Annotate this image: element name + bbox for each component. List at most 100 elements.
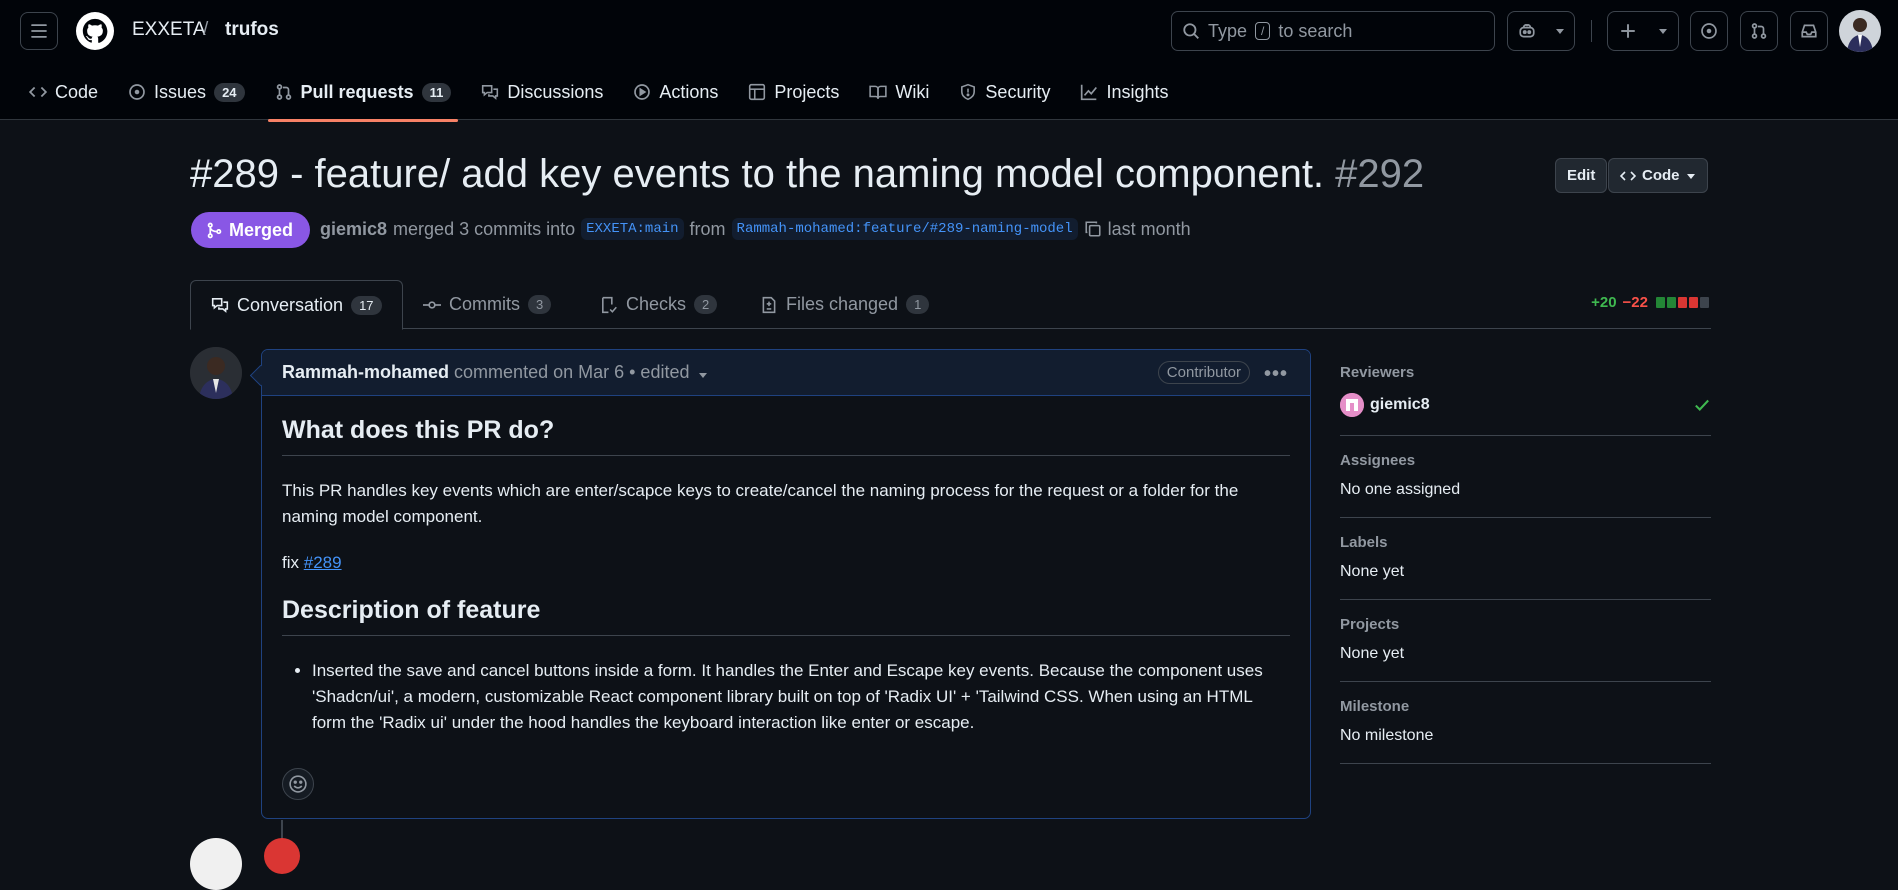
diff-additions: +20 <box>1591 294 1617 311</box>
comment-author[interactable]: Rammah-mohamed <box>282 362 449 383</box>
heading-what: What does this PR do? <box>282 416 1290 456</box>
file-diff-icon <box>762 296 776 313</box>
tab-wiki[interactable]: Wiki <box>854 72 944 112</box>
heading-description: Description of feature <box>282 596 1290 636</box>
table-icon <box>749 83 766 101</box>
reviewers-heading[interactable]: Reviewers <box>1340 364 1711 381</box>
code-icon <box>1620 170 1636 181</box>
git-commit-icon <box>423 300 441 309</box>
pr-number: #292 <box>1335 152 1425 196</box>
commits-count: 3 <box>528 295 552 314</box>
pr-description-comment: Rammah-mohamed commented on Mar 6 • edit… <box>261 349 1311 819</box>
tab-insights[interactable]: Insights <box>1065 72 1183 112</box>
tab-code[interactable]: Code <box>14 72 113 112</box>
breadcrumb-separator: / <box>203 19 209 40</box>
merger-link[interactable]: giemic8 <box>320 219 387 240</box>
tab-wiki-label: Wiki <box>895 81 930 102</box>
issue-link[interactable]: #289 <box>304 553 342 572</box>
milestone-section: Milestone No milestone <box>1340 698 1711 764</box>
pr-tabs: Conversation 17 Commits 3 Checks 2 Files… <box>190 280 1711 330</box>
book-icon <box>869 85 888 99</box>
diff-block <box>1656 297 1665 308</box>
kebab-horizontal-icon[interactable]: ••• <box>1264 363 1288 386</box>
check-icon <box>1695 399 1709 411</box>
tab-discussions[interactable]: Discussions <box>466 72 618 112</box>
diff-deletions: −22 <box>1622 294 1648 311</box>
conversation-count: 17 <box>351 295 382 315</box>
chevron-down-icon[interactable] <box>698 370 708 380</box>
tab-commits[interactable]: Commits 3 <box>403 280 571 329</box>
diff-block <box>1700 297 1709 308</box>
inbox-icon <box>1801 24 1817 38</box>
comment-discussion-icon <box>482 85 499 100</box>
assignees-heading[interactable]: Assignees <box>1340 452 1711 469</box>
tab-security-label: Security <box>985 81 1051 102</box>
pull-requests-shortcut-button[interactable] <box>1740 11 1778 51</box>
breadcrumb-owner[interactable]: EXXETA <box>132 19 206 41</box>
inbox-button[interactable] <box>1790 11 1828 51</box>
reviewers-section: Reviewers giemic8 <box>1340 364 1711 436</box>
issues-shortcut-button[interactable] <box>1690 11 1728 51</box>
copy-icon[interactable] <box>1084 220 1102 238</box>
repo-navigation: Code Issues 24 Pull requests 11 Discussi… <box>14 72 1184 122</box>
merge-time: last month <box>1107 218 1191 239</box>
labels-heading[interactable]: Labels <box>1340 534 1711 551</box>
comment-edited[interactable]: • edited <box>629 362 689 383</box>
contributor-badge: Contributor <box>1157 361 1250 384</box>
edit-button[interactable]: Edit <box>1555 158 1608 193</box>
assignees-section: Assignees No one assigned <box>1340 452 1711 518</box>
head-branch[interactable]: Rammah-mohamed:feature/#289-naming-model <box>731 218 1078 240</box>
projects-section: Projects None yet <box>1340 616 1711 682</box>
checks-count: 2 <box>694 295 718 314</box>
tab-security[interactable]: Security <box>944 72 1065 112</box>
tab-issues[interactable]: Issues 24 <box>113 72 260 112</box>
tab-checks[interactable]: Checks 2 <box>580 280 737 329</box>
tab-projects[interactable]: Projects <box>733 72 854 112</box>
diffstat: +20 −22 <box>1591 294 1711 311</box>
merge-text: merged 3 commits into <box>393 218 576 239</box>
diff-block <box>1689 297 1698 308</box>
tab-actions-label: Actions <box>659 81 719 102</box>
pr-title: #289 - feature/ add key events to the na… <box>190 152 1424 197</box>
github-logo-icon[interactable] <box>76 12 114 50</box>
comment-action[interactable]: commented on Mar 6 <box>454 362 624 383</box>
from-text: from <box>689 218 726 239</box>
milestone-value: No milestone <box>1340 727 1434 744</box>
tab-actions[interactable]: Actions <box>618 72 733 112</box>
add-reaction-button[interactable] <box>282 768 314 800</box>
checklist-icon <box>602 296 617 313</box>
tab-files-changed[interactable]: Files changed 1 <box>740 280 949 329</box>
issues-count: 24 <box>214 82 245 102</box>
comment-author-avatar[interactable] <box>190 347 242 399</box>
pull-requests-count: 11 <box>421 82 452 102</box>
status-badge: Merged <box>191 212 311 248</box>
reviewer-avatar[interactable] <box>1340 393 1364 417</box>
tab-conversation-label: Conversation <box>237 294 344 315</box>
copilot-button[interactable] <box>1507 11 1575 51</box>
play-icon <box>634 84 651 100</box>
paragraph-description: This PR handles key events which are ent… <box>282 481 1239 526</box>
hamburger-icon <box>31 24 47 38</box>
tab-discussions-label: Discussions <box>507 81 604 102</box>
tab-conversation[interactable]: Conversation 17 <box>190 280 403 330</box>
user-avatar[interactable] <box>1839 10 1881 52</box>
tab-insights-label: Insights <box>1106 81 1169 102</box>
comment-discussion-icon <box>211 298 229 313</box>
issue-opened-icon <box>129 84 145 100</box>
create-new-button[interactable] <box>1607 11 1679 51</box>
git-pull-request-icon <box>276 84 291 100</box>
menu-button[interactable] <box>20 12 58 50</box>
search-input[interactable]: Type / to search <box>1171 11 1495 51</box>
milestone-heading[interactable]: Milestone <box>1340 698 1711 715</box>
global-header: EXXETA / trufos Type / to search Code Is… <box>0 0 1898 122</box>
git-merge-icon <box>207 222 222 238</box>
code-button[interactable]: Code <box>1608 158 1708 193</box>
tab-commits-label: Commits <box>449 294 520 314</box>
projects-heading[interactable]: Projects <box>1340 616 1711 633</box>
tab-pull-requests[interactable]: Pull requests 11 <box>260 72 467 122</box>
labels-value: None yet <box>1340 563 1405 580</box>
base-branch[interactable]: EXXETA:main <box>581 218 684 240</box>
reviewer-name[interactable]: giemic8 <box>1370 396 1430 414</box>
search-placeholder-prefix: Type <box>1208 20 1248 41</box>
breadcrumb-repo[interactable]: trufos <box>225 19 279 41</box>
